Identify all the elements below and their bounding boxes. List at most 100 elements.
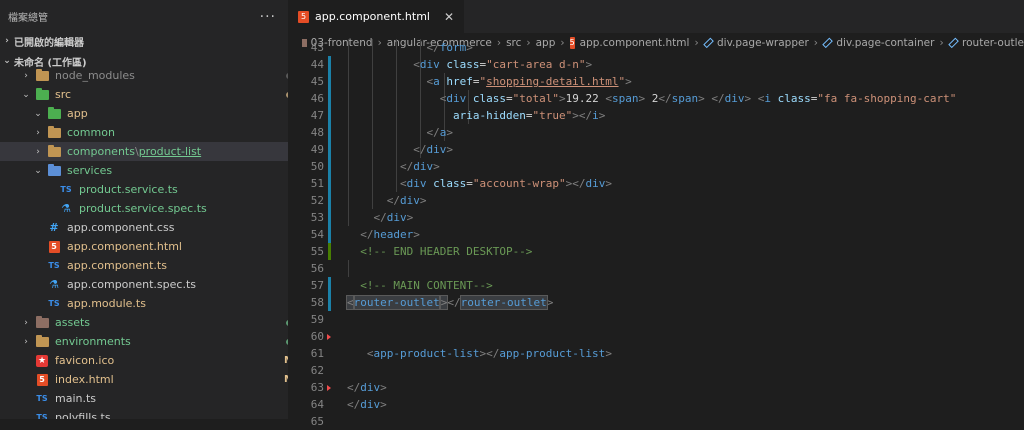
modified-line-marker[interactable]: [328, 56, 331, 73]
modified-line-marker[interactable]: [328, 73, 331, 90]
tree-item[interactable]: ★favicon.icoM: [0, 351, 288, 370]
added-line-marker[interactable]: [328, 243, 331, 260]
deleted-line-marker[interactable]: [327, 379, 331, 396]
tree-item[interactable]: TS polyfills.ts: [0, 408, 288, 419]
tree-item[interactable]: › assets: [0, 313, 288, 332]
code-line[interactable]: 64 </div>: [288, 396, 1024, 413]
tab-app-component-html[interactable]: 5 app.component.html ✕: [288, 0, 465, 33]
code-line[interactable]: 55 <!-- END HEADER DESKTOP-->: [288, 243, 1024, 260]
code-token: >: [558, 92, 566, 105]
code-token: >: [605, 177, 612, 190]
modified-line-marker[interactable]: [328, 158, 331, 175]
modified-line-marker[interactable]: [328, 294, 331, 311]
code-line[interactable]: 46 <div class="total">19.22 <span> 2</sp…: [288, 90, 1024, 107]
open-editors-section[interactable]: › 已開啟的編輯器: [0, 31, 84, 51]
code-token: div: [446, 92, 473, 105]
tree-item[interactable]: › node_modules: [0, 66, 288, 85]
code-line[interactable]: 57 <!-- MAIN CONTENT-->: [288, 277, 1024, 294]
code-line[interactable]: 47 aria-hidden="true"></i>: [288, 107, 1024, 124]
code-token: </: [711, 92, 725, 105]
tree-item[interactable]: 5app.component.htmlM: [0, 237, 288, 256]
code-token: aria-hidden: [452, 109, 526, 122]
code-line[interactable]: 49 </div>: [288, 141, 1024, 158]
folder-src-icon: [35, 87, 49, 101]
tree-item[interactable]: 5index.htmlM: [0, 370, 288, 389]
modified-line-marker[interactable]: [328, 192, 331, 209]
code-text: </div>: [347, 141, 453, 158]
code-line[interactable]: 62: [288, 362, 1024, 379]
code-editor[interactable]: 43 </form> 44 <div class="cart-area d-n">…: [288, 39, 1024, 428]
modified-line-marker[interactable]: [328, 141, 331, 158]
indent-guide: [348, 260, 349, 277]
code-line[interactable]: 65: [288, 413, 1024, 430]
modified-line-marker[interactable]: [328, 209, 331, 226]
line-number: 63: [310, 381, 324, 394]
folder-icon: [35, 334, 49, 348]
modified-line-marker[interactable]: [328, 175, 331, 192]
code-line[interactable]: 52 </div>: [288, 192, 1024, 209]
tree-item-label: product.service.ts: [79, 183, 178, 196]
code-token: router-outlet: [352, 295, 441, 310]
tree-item[interactable]: TSproduct.service.tsU: [0, 180, 288, 199]
code-line[interactable]: 43 </form>: [288, 39, 1024, 56]
tree-item[interactable]: ⌄ src: [0, 85, 288, 104]
line-number: 52: [310, 194, 324, 207]
code-line[interactable]: 58 <router-outlet></router-outlet>: [288, 294, 1024, 311]
code-line[interactable]: 56: [288, 260, 1024, 277]
code-line[interactable]: 54 </header>: [288, 226, 1024, 243]
tree-item[interactable]: › components \ product-list: [0, 142, 288, 161]
code-token: <: [347, 75, 434, 88]
tree-item[interactable]: › environments: [0, 332, 288, 351]
code-line[interactable]: 51 <div class="account-wrap"></div>: [288, 175, 1024, 192]
code-line[interactable]: 48 </a>: [288, 124, 1024, 141]
code-line[interactable]: 61 <app-product-list></app-product-list>: [288, 345, 1024, 362]
code-line[interactable]: 59: [288, 311, 1024, 328]
more-actions-icon[interactable]: ···: [260, 9, 276, 25]
css-icon: #: [49, 221, 59, 234]
tree-item[interactable]: ⌄ services: [0, 161, 288, 180]
tree-item[interactable]: ⌄ app: [0, 104, 288, 123]
tree-item[interactable]: › common: [0, 123, 288, 142]
chevron-right-icon: ›: [36, 127, 40, 138]
tree-item[interactable]: TSapp.module.tsM: [0, 294, 288, 313]
code-text: aria-hidden="true"></i>: [347, 107, 605, 124]
code-token: i: [592, 109, 599, 122]
code-line[interactable]: 60: [288, 328, 1024, 345]
code-text: <router-outlet></router-outlet>: [346, 294, 554, 311]
modified-line-marker[interactable]: [328, 124, 331, 141]
code-token: >: [546, 296, 554, 309]
code-token: app-product-list: [373, 347, 480, 360]
tree-item-label: app.component.spec.ts: [67, 278, 196, 291]
tree-item[interactable]: TSapp.component.ts1: [0, 256, 288, 275]
tree-item-label: index.html: [55, 373, 114, 386]
code-line[interactable]: 44 <div class="cart-area d-n">: [288, 56, 1024, 73]
deleted-line-marker[interactable]: [327, 328, 331, 345]
code-token: div: [360, 381, 381, 394]
code-line[interactable]: 63 </div>: [288, 379, 1024, 396]
modified-line-marker[interactable]: [328, 277, 331, 294]
code-token: "account-wrap": [472, 177, 566, 190]
close-icon[interactable]: ✕: [444, 10, 454, 24]
code-line[interactable]: 53 </div>: [288, 209, 1024, 226]
explorer-header: 檔案總管 ···: [0, 0, 288, 33]
code-token: >: [466, 41, 473, 54]
tree-item[interactable]: TS main.ts: [0, 389, 288, 408]
code-line[interactable]: 50 </div>: [288, 158, 1024, 175]
modified-line-marker[interactable]: [328, 90, 331, 107]
modified-line-marker[interactable]: [328, 107, 331, 124]
code-token: div: [426, 143, 447, 156]
tree-item[interactable]: # app.component.css: [0, 218, 288, 237]
code-text: </header>: [347, 226, 420, 243]
modified-line-marker[interactable]: [328, 226, 331, 243]
code-line[interactable]: 45 <a href="shopping-detail.html">: [288, 73, 1024, 90]
code-token: span: [611, 92, 639, 105]
tree-item[interactable]: ⚗ app.component.spec.ts: [0, 275, 288, 294]
code-token: 2: [645, 92, 659, 105]
code-token: div: [399, 194, 420, 207]
code-token: form: [439, 41, 467, 54]
chevron-right-icon: ›: [5, 36, 9, 46]
line-number: 47: [310, 109, 324, 122]
tab-label: app.component.html: [315, 10, 430, 23]
tree-item[interactable]: ⚗product.service.spec.tsU: [0, 199, 288, 218]
